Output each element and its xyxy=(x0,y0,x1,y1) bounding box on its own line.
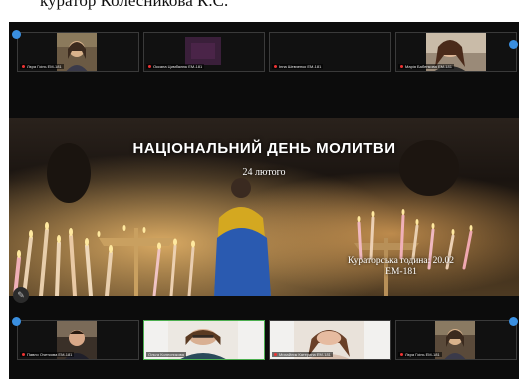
participant-tile[interactable]: Павло Очеткова ЕМ-181 xyxy=(17,320,139,360)
participant-name: Марія Бабенкова ЕМ-181 xyxy=(405,64,452,69)
mic-muted-icon xyxy=(22,65,25,69)
mic-muted-icon xyxy=(274,65,277,69)
mic-muted-icon xyxy=(400,353,403,357)
pin-dot-icon[interactable] xyxy=(12,30,21,39)
participant-name: Оксана Цимбалюк ЕМ-181 xyxy=(153,64,203,69)
slide-note-line: ЕМ-181 xyxy=(385,267,417,277)
participant-name: Інна Шевченко ЕМ-181 xyxy=(279,64,322,69)
pin-dot-icon[interactable] xyxy=(509,317,518,326)
participant-tile-active-speaker[interactable]: Ольга Колесникова xyxy=(143,320,265,360)
slide-note-line: Кураторська година: 20.02 xyxy=(348,256,454,266)
participant-name: Лєра Гоінь ЕМ-181 xyxy=(405,352,440,357)
mic-muted-icon xyxy=(400,65,403,69)
document-caption: куратор Колесникова К.С. xyxy=(40,0,229,10)
participant-name: Лєра Гоінь ЕМ-181 xyxy=(27,64,62,69)
mic-muted-icon xyxy=(22,353,25,357)
pen-icon[interactable]: ✎ xyxy=(13,287,29,303)
participant-tile[interactable]: Оксана Цимбалюк ЕМ-181 xyxy=(143,32,265,72)
mic-muted-icon xyxy=(274,353,277,357)
participant-name: Михайлик Катерина ЕМ-181 xyxy=(279,352,331,357)
video-meeting-window: Лєра Гоінь ЕМ-181 Оксана Цимбалюк ЕМ-181… xyxy=(9,22,519,379)
participant-tile[interactable]: Лєра Гоінь ЕМ-181 xyxy=(17,32,139,72)
shared-screen-slide: НАЦІОНАЛЬНИЙ ДЕНЬ МОЛИТВИ 24 лютого Кура… xyxy=(9,118,519,296)
participant-tile[interactable]: Марія Бабенкова ЕМ-181 xyxy=(395,32,517,72)
slide-note: Кураторська година: 20.02 ЕМ-181 xyxy=(311,256,491,278)
pin-dot-icon[interactable] xyxy=(12,317,21,326)
mic-muted-icon xyxy=(148,65,151,69)
participant-tile[interactable]: Михайлик Катерина ЕМ-181 xyxy=(269,320,391,360)
pin-dot-icon[interactable] xyxy=(509,40,518,49)
participant-tile[interactable]: Лєра Гоінь ЕМ-181 xyxy=(395,320,517,360)
slide-title: НАЦІОНАЛЬНИЙ ДЕНЬ МОЛИТВИ xyxy=(132,140,396,157)
participant-name: Павло Очеткова ЕМ-181 xyxy=(27,352,73,357)
slide-date: 24 лютого xyxy=(242,167,286,178)
participant-tile[interactable]: Інна Шевченко ЕМ-181 xyxy=(269,32,391,72)
participant-name: Ольга Колесникова xyxy=(148,352,184,357)
